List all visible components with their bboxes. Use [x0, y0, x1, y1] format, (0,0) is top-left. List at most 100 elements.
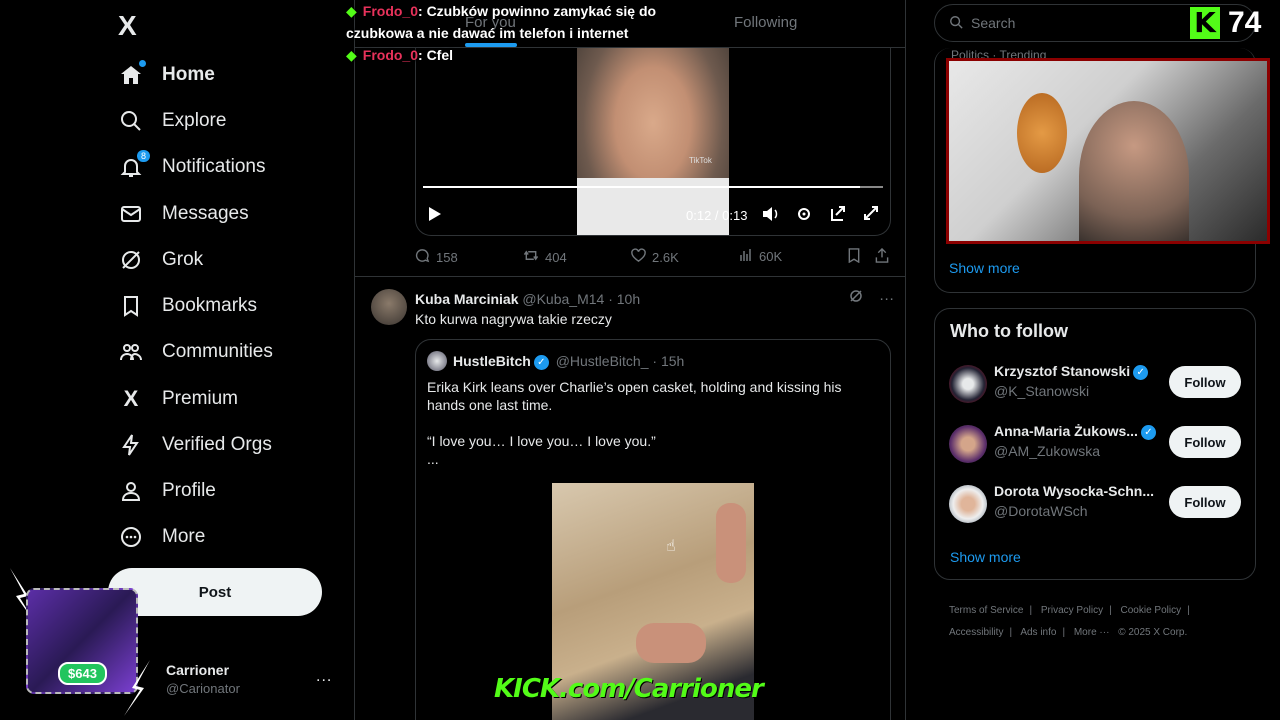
mouse-cursor-icon: ☝ — [666, 538, 676, 555]
chat-text: : Cfel — [418, 47, 454, 63]
who-to-follow-show-more[interactable]: Show more — [950, 549, 1021, 565]
x-logo-icon[interactable]: X — [118, 10, 148, 41]
views-chart-icon — [739, 248, 753, 265]
tweet2-more-icon[interactable]: ··· — [879, 290, 894, 307]
bookmark-button[interactable] — [847, 248, 867, 266]
footer-more[interactable]: More ··· — [1074, 627, 1110, 638]
who-to-follow-title: Who to follow — [950, 321, 1068, 341]
follow-suggestion[interactable]: Krzysztof Stanowski ✓ @K_Stanowski Follow — [949, 363, 1243, 403]
kick-logo-icon: K — [1190, 7, 1220, 39]
suggestion-handle: @DorotaWSch — [994, 503, 1088, 519]
views-button[interactable]: 60K — [739, 248, 782, 265]
heart-icon — [631, 248, 646, 266]
views-count: 60K — [759, 249, 783, 264]
share-icon — [875, 247, 889, 266]
kick-viewer-badge: K 74 — [1190, 6, 1261, 40]
trending-show-more[interactable]: Show more — [949, 260, 1020, 276]
quoted-tweet[interactable]: HustleBitch ✓ @HustleBitch_ · 15h Erika K… — [415, 339, 891, 720]
follow-suggestion[interactable]: Dorota Wysocka-Schn... @DorotaWSch Follo… — [949, 483, 1243, 523]
verified-badge-icon: ✓ — [533, 354, 549, 370]
viewer-count: 74 — [1228, 6, 1262, 39]
nav-grok-label: Grok — [162, 249, 204, 270]
nav-home[interactable]: Home — [118, 55, 215, 95]
tweet1-actions: 158 404 2.6K 60K — [415, 247, 891, 268]
nav-more-label: More — [162, 526, 206, 547]
footer-privacy[interactable]: Privacy Policy — [1041, 605, 1103, 616]
tweet2-header: Kuba Marciniak @Kuba_M14 · 10h — [415, 291, 640, 307]
chat-badge-icon: ◆ — [346, 3, 357, 19]
donation-sticker: $643 — [6, 566, 156, 716]
follow-button[interactable]: Follow — [1169, 426, 1241, 458]
verified-badge-icon: ✓ — [1140, 424, 1156, 440]
suggestion-avatar — [949, 425, 987, 463]
verified-badge-icon: ✓ — [1133, 364, 1149, 380]
share-button[interactable] — [875, 247, 895, 266]
repost-button[interactable]: 404 — [523, 248, 567, 266]
quote-handle: @HustleBitch_ — [555, 353, 649, 369]
mail-icon — [118, 201, 144, 227]
follow-button[interactable]: Follow — [1169, 366, 1241, 398]
grok-explain-icon[interactable] — [849, 290, 867, 307]
nav-premium[interactable]: X Premium — [118, 379, 238, 419]
tweet2-author[interactable]: Kuba Marciniak — [415, 291, 518, 307]
footer-ads-info[interactable]: Ads info — [1020, 627, 1056, 638]
tweet2-handle[interactable]: @Kuba_M14 — [522, 291, 604, 307]
tweet2-avatar[interactable] — [371, 289, 407, 325]
search-icon — [949, 15, 963, 32]
tweet1-video[interactable]: TikTok 0:12 / 0:13 — [415, 48, 891, 236]
footer-cookie[interactable]: Cookie Policy — [1121, 605, 1182, 616]
play-icon[interactable] — [428, 206, 442, 225]
bookmark-icon — [118, 293, 144, 319]
nav-communities-label: Communities — [162, 341, 273, 362]
follow-suggestion[interactable]: Anna-Maria Żukows... ✓ @AM_Zukowska Follo… — [949, 423, 1243, 463]
repost-count: 404 — [545, 249, 567, 265]
settings-gear-icon[interactable] — [796, 206, 812, 225]
nav-more[interactable]: More — [118, 517, 205, 557]
tweet2-text: Kto kurwa nagrywa takie rzeczy — [415, 311, 612, 327]
footer-sep: | — [1187, 605, 1190, 616]
nav-verified-orgs[interactable]: Verified Orgs — [118, 425, 272, 465]
nav-bookmarks-label: Bookmarks — [162, 295, 258, 316]
people-icon — [118, 339, 144, 365]
quote-author: HustleBitch — [453, 353, 531, 369]
nav-explore[interactable]: Explore — [118, 101, 226, 141]
tweet2-tools: ··· — [849, 289, 894, 307]
tab-following[interactable]: Following — [734, 14, 797, 31]
like-button[interactable]: 2.6K — [631, 248, 679, 266]
volume-icon[interactable] — [762, 206, 780, 225]
suggestion-handle: @AM_Zukowska — [994, 443, 1101, 459]
quote-body: Erika Kirk leans over Charlie’s open cas… — [427, 378, 867, 468]
nav-home-label: Home — [162, 64, 215, 85]
footer-copyright: © 2025 X Corp. — [1118, 627, 1188, 638]
tweet2[interactable]: Kuba Marciniak @Kuba_M14 · 10h ··· Kto k… — [355, 277, 906, 720]
quote-video-detail — [716, 503, 746, 583]
nav-profile[interactable]: Profile — [118, 471, 216, 511]
nav-notifications[interactable]: 8 Notifications — [118, 147, 266, 187]
bookmark-icon — [847, 248, 861, 266]
quote-header: HustleBitch ✓ @HustleBitch_ · 15h — [453, 353, 684, 370]
quote-video-detail-2 — [636, 623, 706, 663]
video-progress-bar[interactable] — [423, 186, 883, 188]
nav-bookmarks[interactable]: Bookmarks — [118, 286, 257, 326]
who-to-follow-panel: Who to follow Krzysztof Stanowski ✓ @K_St… — [934, 308, 1256, 580]
footer-terms[interactable]: Terms of Service — [949, 605, 1023, 616]
follow-button[interactable]: Follow — [1169, 486, 1241, 518]
reply-count: 158 — [436, 249, 458, 265]
fullscreen-icon[interactable] — [864, 206, 878, 223]
nav-grok[interactable]: Grok — [118, 240, 203, 280]
home-icon — [118, 60, 146, 88]
suggestion-avatar — [949, 485, 987, 523]
reply-button[interactable]: 158 — [415, 248, 458, 266]
footer-accessibility[interactable]: Accessibility — [949, 627, 1003, 638]
pip-icon[interactable] — [830, 206, 846, 225]
suggestion-name: Dorota Wysocka-Schn... — [994, 483, 1155, 499]
bell-icon: 8 — [118, 150, 150, 180]
lightning-right-icon — [124, 660, 150, 716]
nav-communities[interactable]: Communities — [118, 332, 273, 372]
tweet2-time[interactable]: · 10h — [608, 291, 640, 307]
reply-icon — [415, 248, 430, 266]
nav-messages[interactable]: Messages — [118, 194, 249, 234]
webcam-toy — [1017, 93, 1067, 173]
chat-username: Frodo_0 — [362, 47, 419, 63]
account-more-icon[interactable]: ... — [316, 668, 332, 686]
